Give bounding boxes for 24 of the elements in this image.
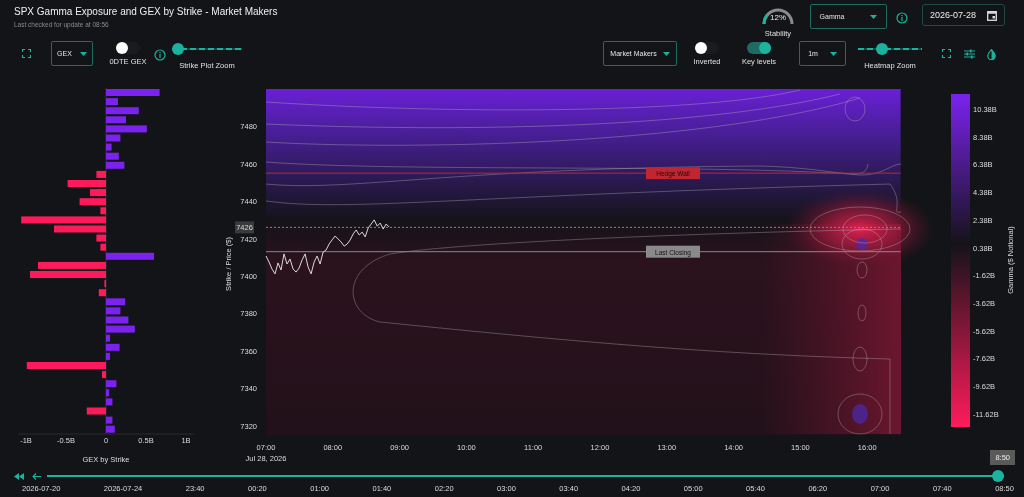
caret-icon bbox=[79, 51, 87, 56]
contrast-icon[interactable] bbox=[987, 49, 996, 60]
info-icon[interactable] bbox=[896, 12, 908, 24]
gex-bar bbox=[106, 89, 160, 96]
arrow-left-icon[interactable] bbox=[32, 472, 41, 480]
timeline-thumb[interactable] bbox=[992, 470, 1004, 482]
slider-thumb[interactable] bbox=[172, 43, 184, 55]
caret-icon bbox=[870, 14, 878, 19]
calendar-icon[interactable] bbox=[987, 9, 997, 21]
slider-thumb[interactable] bbox=[876, 43, 889, 55]
fullscreen-icon[interactable] bbox=[22, 49, 31, 58]
gex-bar bbox=[67, 180, 106, 187]
toggle-switch[interactable] bbox=[695, 42, 719, 54]
toggle-switch[interactable] bbox=[747, 42, 771, 54]
caret-icon bbox=[662, 51, 670, 56]
rewind-icon[interactable] bbox=[14, 472, 24, 480]
sliders-icon[interactable] bbox=[964, 49, 975, 59]
page-title: SPX Gamma Exposure and GEX by Strike - Market Makers bbox=[14, 6, 278, 17]
date-field[interactable]: 2026-07-28 bbox=[922, 4, 1005, 26]
info-icon[interactable] bbox=[154, 49, 166, 61]
caret-icon bbox=[829, 51, 837, 56]
stability-value: 12% bbox=[770, 13, 786, 22]
toggle-switch[interactable] bbox=[116, 42, 140, 54]
fullscreen-icon[interactable] bbox=[942, 49, 951, 58]
